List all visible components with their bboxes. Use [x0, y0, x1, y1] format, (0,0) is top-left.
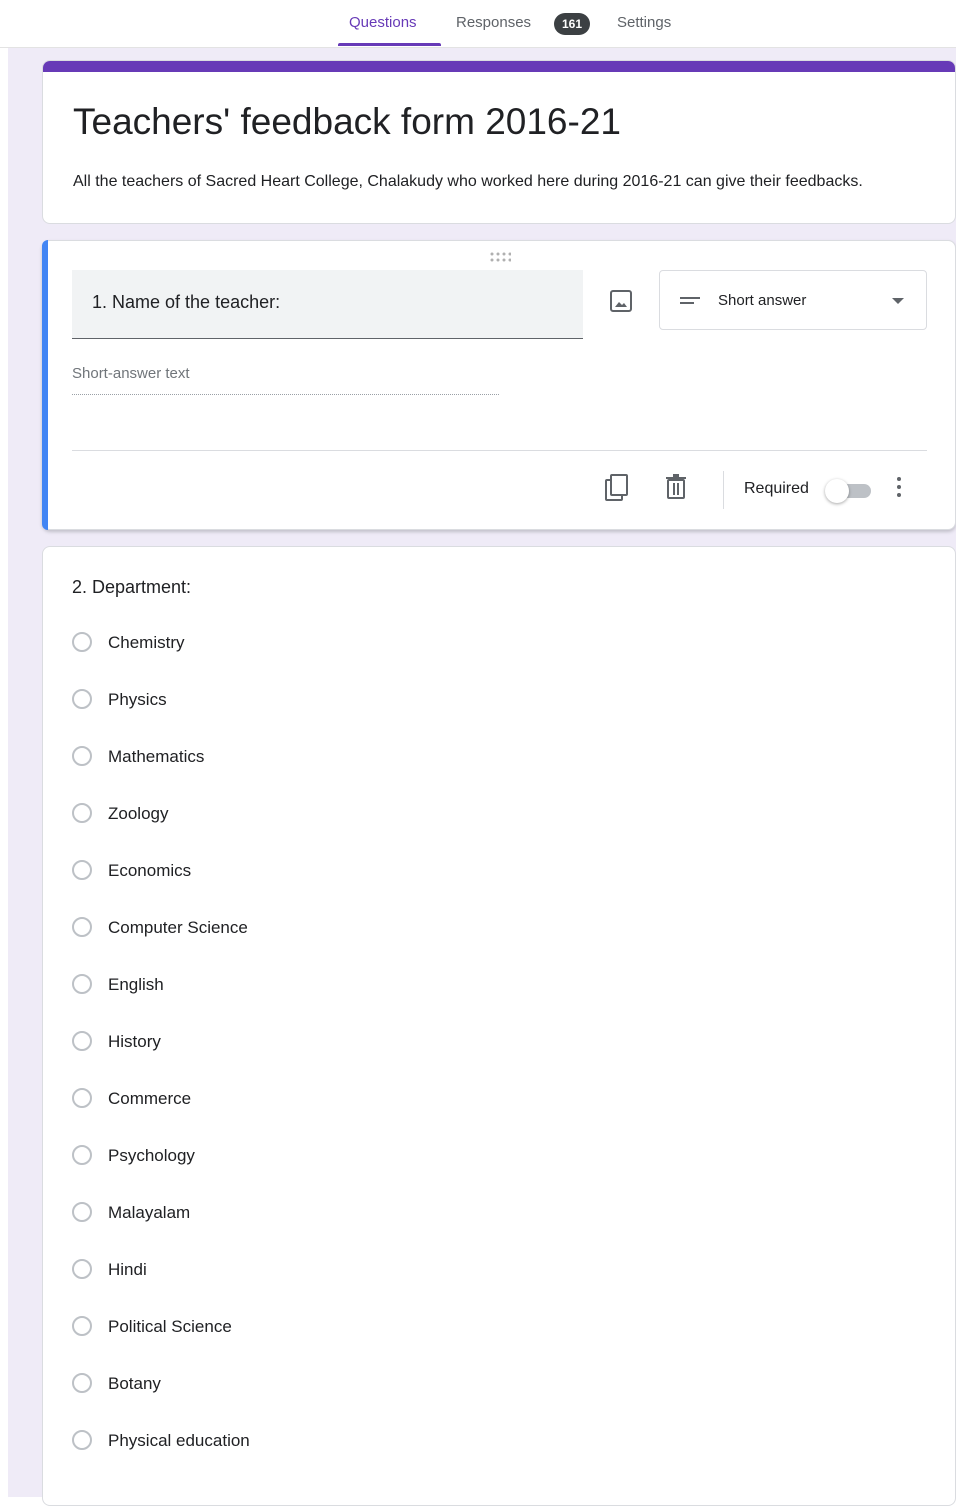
radio-option-label: Psychology	[108, 1146, 195, 1165]
active-tab-indicator	[338, 43, 441, 46]
radio-option-label: English	[108, 975, 164, 994]
top-tab-bar: Questions Responses 161 Settings	[0, 0, 956, 48]
radio-circle-icon[interactable]	[72, 803, 92, 823]
radio-option-label: Zoology	[108, 804, 169, 823]
delete-icon[interactable]	[663, 473, 689, 506]
form-description[interactable]: All the teachers of Sacred Heart College…	[73, 173, 863, 191]
radio-circle-icon[interactable]	[72, 632, 92, 652]
radio-circle-icon[interactable]	[72, 1259, 92, 1279]
footer-vertical-divider	[723, 471, 724, 509]
radio-option-label: Chemistry	[108, 633, 185, 652]
radio-option-label: Computer Science	[108, 918, 248, 937]
short-answer-placeholder: Short-answer text	[72, 365, 190, 382]
radio-option-label: Hindi	[108, 1260, 147, 1279]
radio-circle-icon[interactable]	[72, 689, 92, 709]
required-toggle-knob[interactable]	[825, 479, 849, 503]
short-text-icon	[680, 297, 700, 304]
radio-option-label: Malayalam	[108, 1203, 191, 1222]
radio-option-label: Economics	[108, 861, 192, 880]
tab-questions[interactable]: Questions	[349, 14, 417, 31]
question-card-department[interactable]: 2. Department: Chemistry Physics Mathemati…	[42, 546, 956, 1506]
radio-option-label: Political Science	[108, 1317, 232, 1336]
tab-settings[interactable]: Settings	[617, 14, 671, 31]
radio-option-label: Physical education	[108, 1431, 250, 1450]
question-type-label: Short answer	[718, 292, 807, 309]
tab-responses[interactable]: Responses	[456, 14, 531, 31]
required-label: Required	[744, 480, 809, 497]
radio-option-label: Commerce	[108, 1089, 192, 1108]
radio-option-label: Physics	[108, 690, 167, 709]
radio-circle-icon[interactable]	[72, 1088, 92, 1108]
question-footer-divider	[72, 450, 927, 451]
question-card-name[interactable]: 1. Name of the teacher: Short answer Sho…	[42, 240, 956, 530]
radio-circle-icon[interactable]	[72, 974, 92, 994]
question-title-input[interactable]: 1. Name of the teacher:	[72, 270, 583, 339]
radio-circle-icon[interactable]	[72, 860, 92, 880]
responses-count-badge: 161	[554, 13, 590, 35]
radio-circle-icon[interactable]	[72, 1145, 92, 1165]
radio-option-label: Mathematics	[108, 747, 205, 766]
radio-circle-icon[interactable]	[72, 917, 92, 937]
question-type-dropdown[interactable]: Short answer	[659, 270, 927, 330]
radio-option-label: History	[108, 1032, 161, 1051]
more-vert-icon[interactable]	[895, 477, 903, 501]
duplicate-icon[interactable]	[603, 473, 631, 508]
short-answer-underline	[72, 394, 499, 395]
chevron-down-icon	[892, 298, 904, 304]
radio-option-label: Botany	[108, 1374, 161, 1393]
add-image-icon[interactable]	[606, 286, 636, 316]
question-title-text: 1. Name of the teacher:	[92, 292, 281, 312]
active-question-indicator	[42, 240, 48, 530]
question-title: 2. Department:	[72, 577, 192, 597]
form-title[interactable]: Teachers' feedback form 2016-21	[73, 101, 621, 143]
title-accent-bar	[43, 61, 955, 72]
radio-circle-icon[interactable]	[72, 1202, 92, 1222]
form-title-card[interactable]: Teachers' feedback form 2016-21 All the …	[42, 60, 956, 224]
radio-circle-icon[interactable]	[72, 1316, 92, 1336]
radio-circle-icon[interactable]	[72, 746, 92, 766]
radio-circle-icon[interactable]	[72, 1031, 92, 1051]
radio-circle-icon[interactable]	[72, 1373, 92, 1393]
radio-circle-icon[interactable]	[72, 1430, 92, 1450]
drag-handle-icon[interactable]	[489, 251, 512, 263]
